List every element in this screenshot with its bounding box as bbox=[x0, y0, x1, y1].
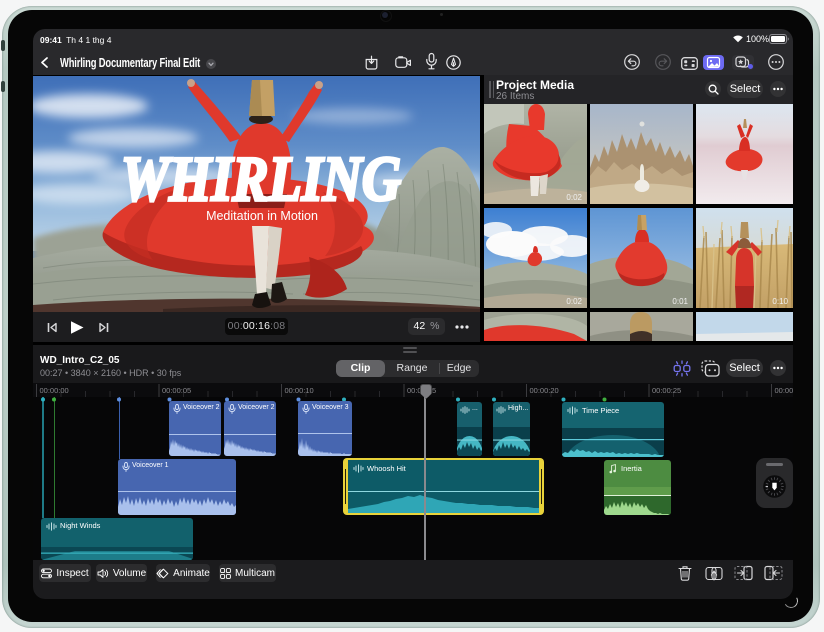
svg-text:00:00:25: 00:00:25 bbox=[652, 386, 681, 395]
svg-text:0:02: 0:02 bbox=[566, 297, 582, 306]
svg-text:00:00:00: 00:00:00 bbox=[40, 386, 69, 395]
svg-text:WHIRLING: WHIRLING bbox=[121, 143, 401, 214]
svg-text:0:10: 0:10 bbox=[772, 297, 788, 306]
svg-text:0:02: 0:02 bbox=[566, 193, 582, 202]
svg-text:00:00:30: 00:00:30 bbox=[775, 386, 794, 395]
svg-text:00:00:10: 00:00:10 bbox=[285, 386, 314, 395]
svg-text:0:01: 0:01 bbox=[672, 297, 688, 306]
svg-text:00:00:05: 00:00:05 bbox=[162, 386, 191, 395]
svg-text:Meditation in Motion: Meditation in Motion bbox=[206, 209, 318, 223]
svg-text:00:00:20: 00:00:20 bbox=[530, 386, 559, 395]
